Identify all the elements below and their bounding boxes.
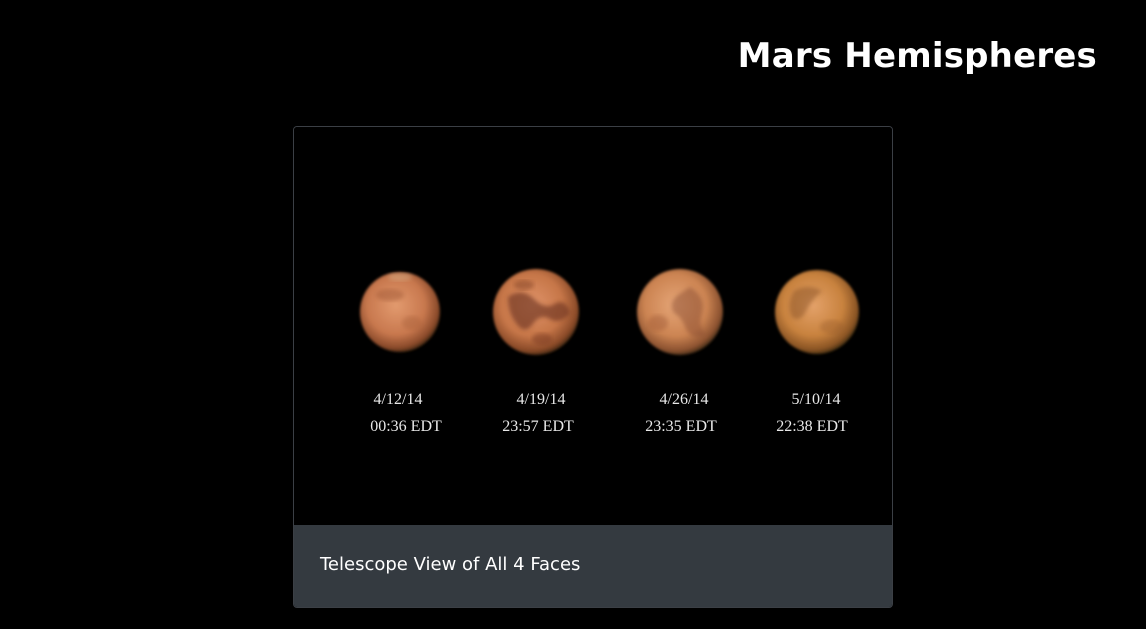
mars-disk-1 (360, 272, 440, 352)
mars-photo-svg (360, 269, 859, 355)
observation-date-3: 4/26/14 (659, 391, 709, 408)
mars-disk-2 (493, 269, 579, 355)
observation-date-1: 4/12/14 (373, 391, 423, 408)
mars-disk-3 (637, 269, 723, 355)
observation-time-2: 23:57 EDT (502, 418, 574, 435)
mars-disk-4 (775, 270, 859, 354)
card-caption-bar: Telescope View of All 4 Faces (294, 525, 892, 607)
observation-date-4: 5/10/14 (791, 391, 841, 408)
observation-time-3: 23:35 EDT (645, 418, 717, 435)
observation-date-2: 4/19/14 (516, 391, 566, 408)
mars-photo: 4/12/14 00:36 EDT 4/19/14 23:57 EDT 4/26… (294, 127, 892, 525)
card-caption: Telescope View of All 4 Faces (320, 554, 581, 575)
image-card: 4/12/14 00:36 EDT 4/19/14 23:57 EDT 4/26… (293, 126, 893, 608)
observation-time-4: 22:38 EDT (776, 418, 848, 435)
observation-time-1: 00:36 EDT (370, 418, 442, 435)
page-title: Mars Hemispheres (737, 36, 1097, 76)
